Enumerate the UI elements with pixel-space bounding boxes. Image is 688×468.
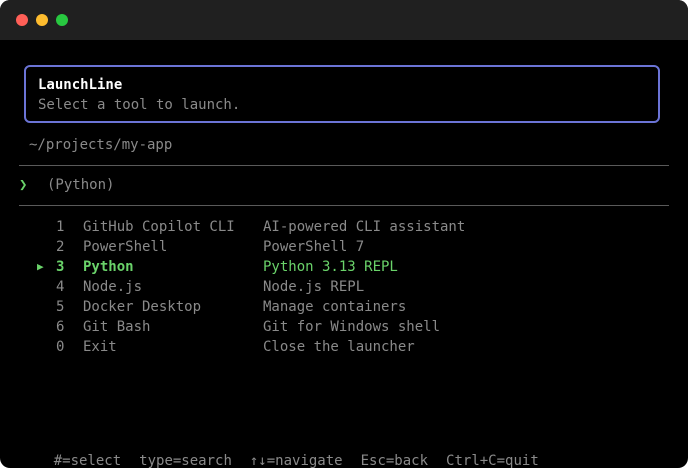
hint-select: #=select (53, 453, 122, 468)
maximize-window-button[interactable] (56, 14, 68, 26)
hint-quit: Ctrl+C=quit (446, 453, 539, 468)
app-subtitle: Select a tool to launch. (38, 97, 241, 113)
menu-item-description: PowerShell 7 (263, 239, 365, 255)
menu-item-name: Python (83, 259, 134, 275)
menu-item-name: Git Bash (83, 319, 151, 335)
menu-item-git-bash[interactable]: 6 Git Bash Git for Windows shell (0, 317, 688, 337)
selection-marker-icon: ▶ (37, 260, 44, 273)
hint-search: type=search (139, 453, 232, 468)
current-path: ~/projects/my-app (29, 137, 173, 153)
menu-item-name: PowerShell (83, 239, 168, 255)
menu-item-powershell[interactable]: 2 PowerShell PowerShell 7 (0, 237, 688, 257)
menu-item-description: Git for Windows shell (263, 319, 441, 335)
menu-item-name: Node.js (83, 279, 143, 295)
title-bar (0, 0, 688, 40)
keyboard-hints: #=select type=search ↑↓=navigate Esc=back Ct… (20, 437, 557, 468)
menu-item-docker-desktop[interactable]: 5 Docker Desktop Manage containers (0, 297, 688, 317)
menu-item-number: 6 (56, 319, 65, 335)
menu-item-number: 4 (56, 279, 65, 295)
menu-item-number: 2 (56, 239, 65, 255)
hint-back: Esc=back (360, 453, 429, 468)
terminal-window: LaunchLine Select a tool to launch. ~/pr… (0, 0, 688, 468)
menu-item-python[interactable]: ▶ 3 Python Python 3.13 REPL (0, 257, 688, 277)
menu-item-description: AI-powered CLI assistant (263, 219, 466, 235)
menu-item-name: Docker Desktop (83, 299, 202, 315)
menu-item-number: 0 (56, 339, 65, 355)
divider-top (19, 165, 669, 166)
menu-item-name: Exit (83, 339, 117, 355)
tool-menu: 1 GitHub Copilot CLI AI-powered CLI assi… (0, 217, 688, 357)
divider-bottom (19, 205, 669, 206)
menu-item-number: 5 (56, 299, 65, 315)
menu-item-number: 1 (56, 219, 65, 235)
app-title: LaunchLine (38, 77, 123, 93)
menu-item-description: Manage containers (263, 299, 407, 315)
menu-item-number: 3 (56, 259, 65, 275)
menu-item-name: GitHub Copilot CLI (83, 219, 235, 235)
hint-navigate: ↑↓=navigate (249, 453, 343, 468)
menu-item-description: Close the launcher (263, 339, 415, 355)
close-window-button[interactable] (16, 14, 28, 26)
minimize-window-button[interactable] (36, 14, 48, 26)
prompt-chevron-icon: ❯ (19, 177, 28, 193)
menu-item-nodejs[interactable]: 4 Node.js Node.js REPL (0, 277, 688, 297)
menu-item-description: Python 3.13 REPL (263, 259, 398, 275)
menu-item-description: Node.js REPL (263, 279, 365, 295)
menu-item-github-copilot-cli[interactable]: 1 GitHub Copilot CLI AI-powered CLI assi… (0, 217, 688, 237)
search-input[interactable]: (Python) (47, 177, 114, 193)
menu-item-exit[interactable]: 0 Exit Close the launcher (0, 337, 688, 357)
app-header: LaunchLine Select a tool to launch. (24, 65, 660, 123)
